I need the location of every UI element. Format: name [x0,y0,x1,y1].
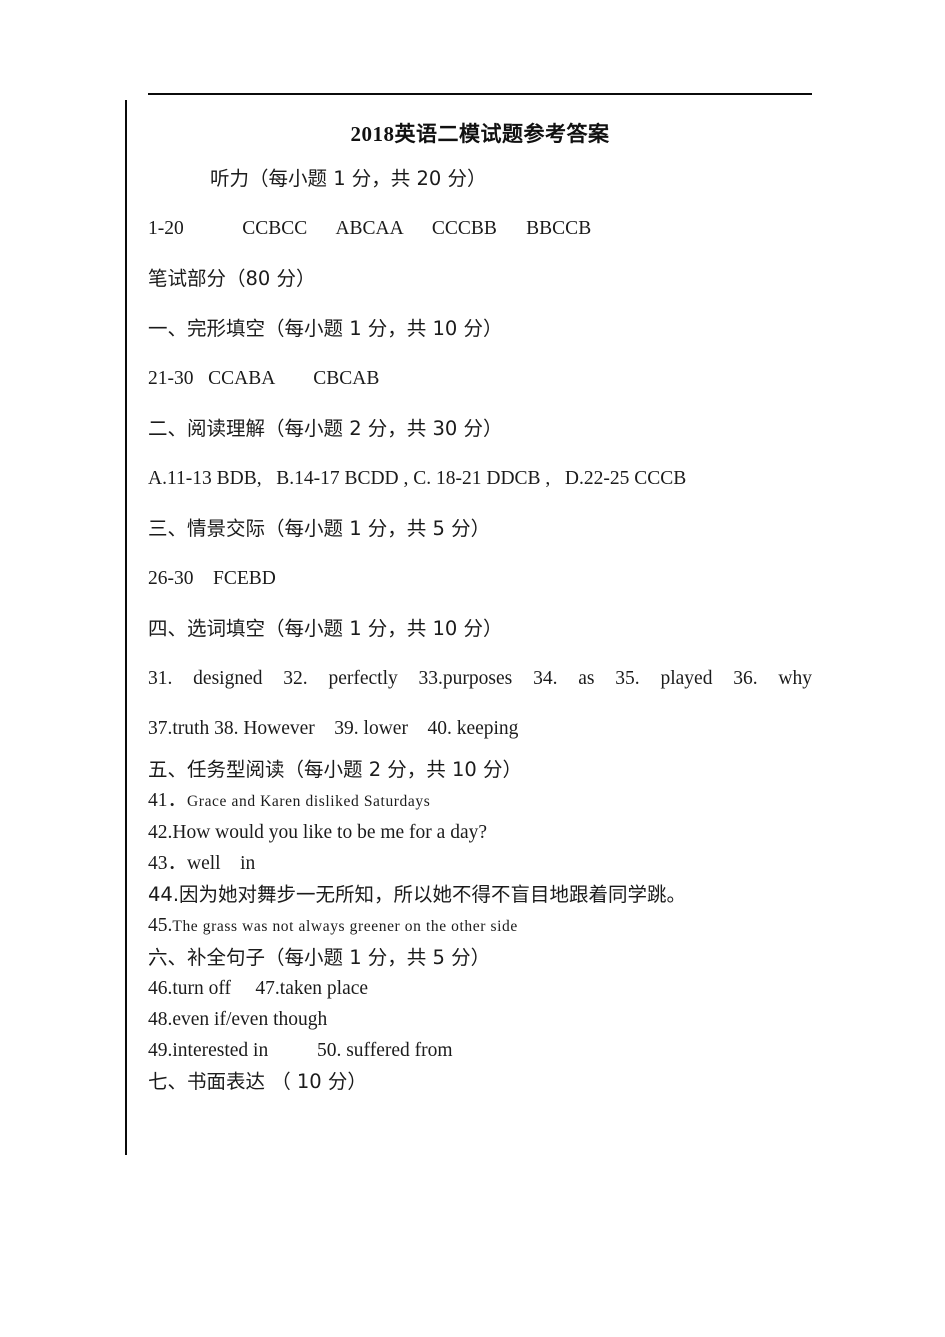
cloze-heading: 一、完形填空（每小题 1 分，共 10 分） [148,317,503,340]
task-answer-45-number: 45. [148,915,173,936]
sentence-answer-48: 48.even if/even though [148,1009,328,1030]
task-answer-45: 45.The grass was not always greener on t… [148,910,812,942]
header-horizontal-rule [148,93,812,95]
word-fill-heading: 四、选词填空（每小题 1 分，共 10 分） [148,617,503,640]
left-margin-vertical-rule [125,100,127,1155]
word-fill-answers-line-2: 37.truth 38. However 39. lower 40. keepi… [148,718,519,739]
reading-heading: 二、阅读理解（每小题 2 分，共 30 分） [148,417,503,440]
listening-answers: 1-20 CCBCC ABCAA CCCBB BBCCB [148,218,592,239]
task-answer-45-text: The grass was not always greener on the … [172,918,518,935]
page-title-year: 2018 [350,122,395,146]
writing-heading: 七、书面表达 （ 10 分） [148,1070,367,1093]
sentence-answers-46-47: 46.turn off 47.taken place [148,978,369,999]
situational-heading: 三、情景交际（每小题 1 分，共 5 分） [148,517,491,540]
cloze-answers: 21-30 CCABA CBCAB [148,368,380,389]
task-answer-41: 41．Grace and Karen disliked Saturdays [148,785,812,817]
task-answer-44: 44.因为她对舞步一无所知，所以她不得不盲目地跟着同学跳。 [148,883,687,906]
situational-answers: 26-30 FCEBD [148,568,276,589]
answer-key-page: 2018英语二模试题参考答案 听力（每小题 1 分，共 20 分） 1-20 C… [0,0,945,1337]
reading-answers: A.11-13 BDB, B.14-17 BCDD , C. 18-21 DDC… [148,468,687,489]
task-answer-41-number: 41． [148,790,188,811]
sentence-answers-49-50: 49.interested in 50. suffered from [148,1040,453,1061]
task-reading-heading: 五、任务型阅读（每小题 2 分，共 10 分） [148,758,523,781]
task-answer-41-text: Grace and Karen disliked Saturdays [187,793,431,810]
written-part-heading: 笔试部分（80 分） [148,267,316,290]
task-answer-42: 42.How would you like to be me for a day… [148,822,488,843]
page-title: 2018英语二模试题参考答案 [148,118,812,148]
complete-sentence-heading: 六、补全句子（每小题 1 分，共 5 分） [148,946,491,969]
listening-heading: 听力（每小题 1 分，共 20 分） [210,167,487,190]
task-answer-43: 43．well in [148,853,256,874]
page-title-text: 英语二模试题参考答案 [394,122,610,146]
document-content: 2018英语二模试题参考答案 听力（每小题 1 分，共 20 分） 1-20 C… [148,118,812,1097]
word-fill-answers-line-1: 31. designed 32. perfectly 33.purposes 3… [148,668,812,689]
